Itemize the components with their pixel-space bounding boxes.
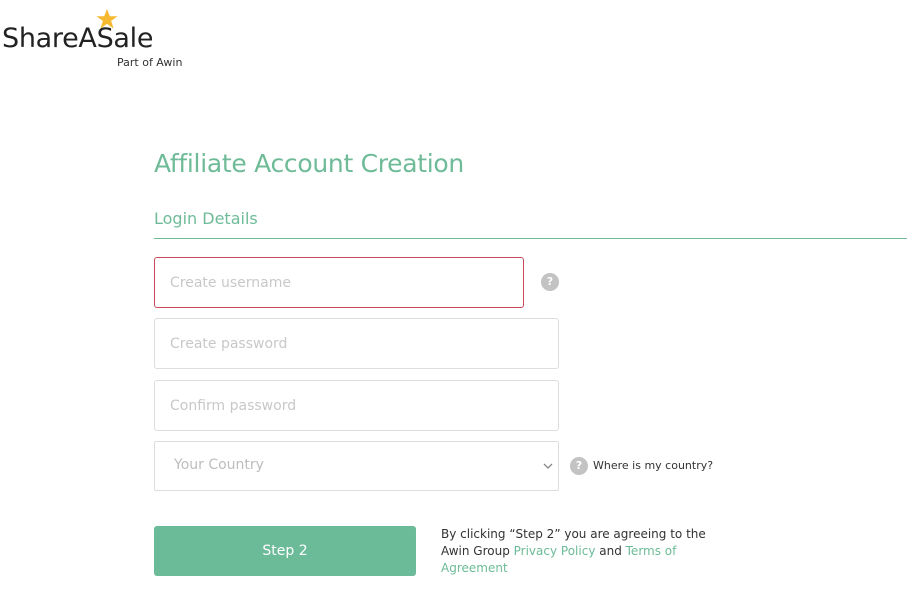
country-help-icon[interactable]: ? [570,457,588,475]
chevron-down-icon [543,463,553,469]
privacy-policy-link[interactable]: Privacy Policy [514,544,596,558]
username-input[interactable] [154,257,524,308]
page: ShareASale Part of Awin Affiliate Accoun… [0,0,907,605]
logo-tagline: Part of Awin [117,56,183,69]
terms-and-text: and [595,544,626,558]
where-is-my-country-link[interactable]: Where is my country? [593,460,713,471]
username-help-icon[interactable]: ? [541,273,559,291]
step-2-button[interactable]: Step 2 [154,526,416,576]
shareasale-logo[interactable]: ShareASale Part of Awin [2,8,192,72]
confirm-password-input[interactable] [154,380,559,431]
section-divider [154,238,907,239]
page-title: Affiliate Account Creation [154,149,464,178]
country-select-value: Your Country [174,457,264,473]
terms-notice: By clicking “Step 2” you are agreeing to… [441,526,721,577]
password-input[interactable] [154,318,559,369]
country-select[interactable]: Your Country [154,441,559,491]
logo-brand-text: ShareASale [2,23,154,54]
section-title-login-details: Login Details [154,209,258,228]
